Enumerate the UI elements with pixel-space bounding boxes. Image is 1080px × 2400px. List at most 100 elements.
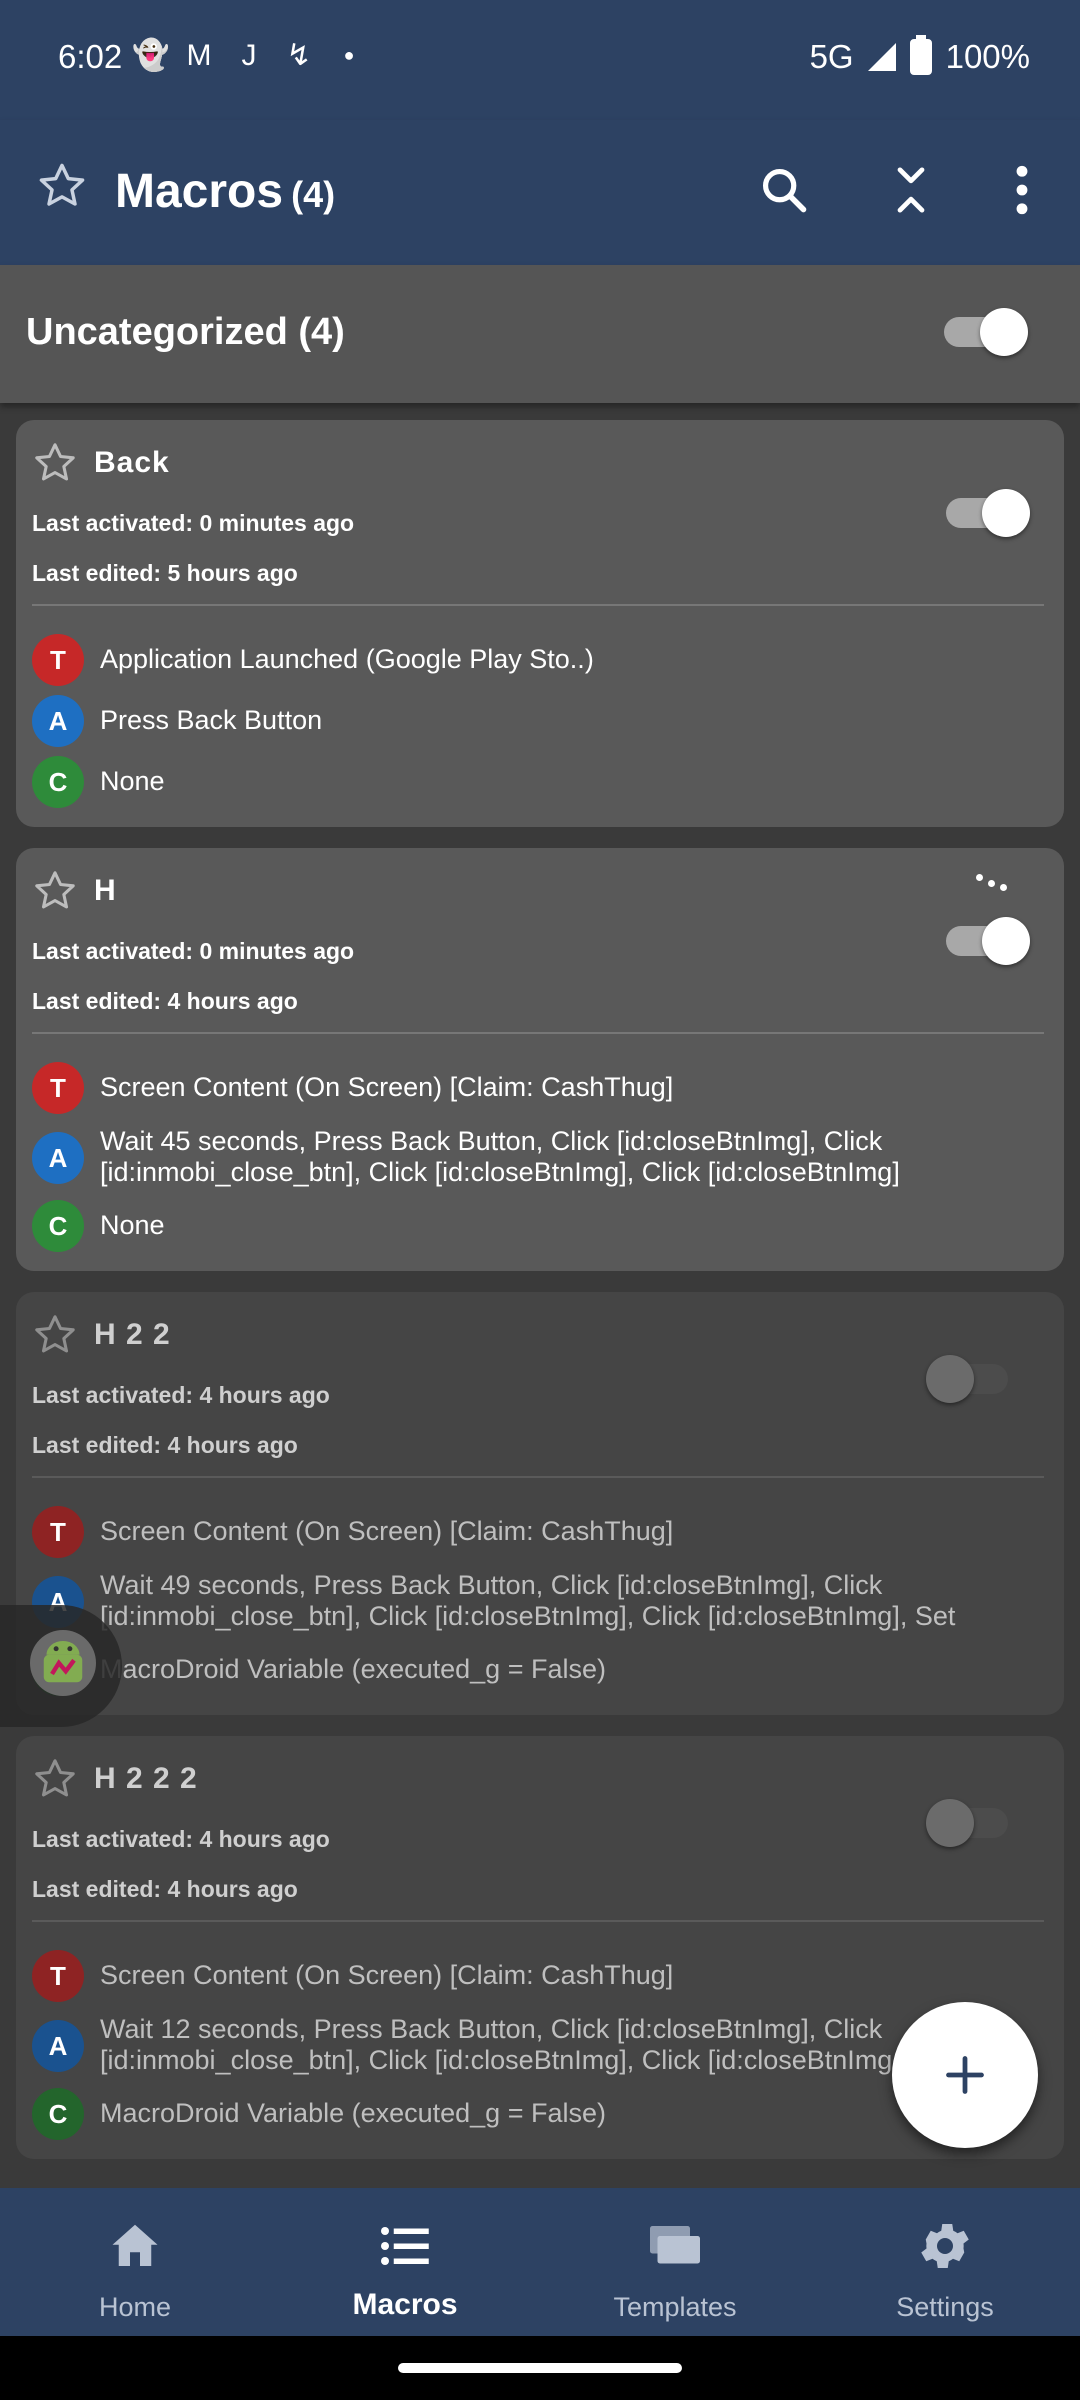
last-edited: Last edited: 4 hours ago [32, 1432, 298, 1458]
network-label: 5G [809, 38, 854, 75]
category-title: Uncategorized (4) [26, 311, 345, 353]
last-activated: Last activated: 0 minutes ago [32, 510, 355, 536]
constraint-text: MacroDroid Variable (executed_g = False) [100, 1654, 606, 1684]
constraint-badge: C [32, 756, 84, 808]
search-button[interactable] [754, 160, 814, 220]
status-time: 6:02 [58, 38, 123, 75]
overflow-menu-button[interactable] [992, 160, 1052, 220]
battery-label: 100% [945, 38, 1030, 75]
status-right: 5G 100% [809, 35, 1030, 76]
bottom-navigation: Home Macros Templates Settings [0, 2188, 1080, 2336]
action-row: A Wait 49 seconds, Press Back Button, Cl… [32, 1570, 1046, 1632]
floating-app-bubble[interactable] [0, 1605, 122, 1727]
last-edited: Last edited: 4 hours ago [32, 1876, 298, 1902]
notification-icons: 👻 M J ↯ ● [132, 38, 366, 73]
constraint-badge: C [32, 1200, 84, 1252]
constraint-text: None [100, 766, 165, 796]
trigger-row: T Screen Content (On Screen) [Claim: Cas… [32, 1950, 1046, 2002]
nav-label: Templates [613, 2292, 737, 2322]
action-text: Wait 45 seconds, Press Back Button, Clic… [100, 1126, 900, 1187]
more-vert-icon [1016, 165, 1028, 215]
battery-icon [909, 35, 932, 75]
trigger-text: Screen Content (On Screen) [Claim: CashT… [100, 1516, 674, 1546]
home-gesture-bar[interactable] [398, 2363, 682, 2373]
status-bar: 6:02 👻 M J ↯ ● 5G 100% [0, 0, 1080, 120]
macro-card-h[interactable]: H Last activated: 0 minutes ago Last edi… [16, 848, 1064, 1271]
nav-macros[interactable]: Macros [270, 2188, 540, 2336]
constraint-row: C None [32, 1200, 1046, 1252]
nav-label: Macros [352, 2288, 458, 2321]
nav-label: Settings [896, 2292, 994, 2322]
divider [32, 1476, 1044, 1478]
favorites-star-icon[interactable] [36, 160, 88, 212]
star-icon[interactable] [32, 1312, 78, 1358]
last-activated: Last activated: 0 minutes ago [32, 938, 355, 964]
action-badge: A [32, 695, 84, 747]
toggle-thumb [980, 308, 1028, 356]
last-edited: Last edited: 4 hours ago [32, 988, 298, 1014]
star-icon[interactable] [32, 440, 78, 486]
list-icon [381, 2227, 429, 2265]
collapse-all-icon [897, 167, 925, 213]
macro-name: Back [94, 446, 170, 479]
macro-count: (4) [291, 174, 336, 215]
nav-templates[interactable]: Templates [540, 2188, 810, 2336]
trigger-text: Screen Content (On Screen) [Claim: CashT… [100, 1960, 674, 1990]
action-row: A Press Back Button [32, 695, 1046, 747]
j-icon: J [241, 38, 257, 72]
trigger-badge: T [32, 1506, 84, 1558]
trigger-text: Application Launched (Google Play Sto..) [100, 644, 594, 674]
macro-name: H 2 2 2 [94, 1762, 198, 1795]
star-icon[interactable] [32, 868, 78, 914]
category-header[interactable]: Uncategorized (4) [0, 265, 1080, 403]
trigger-text: Screen Content (On Screen) [Claim: CashT… [100, 1072, 674, 1102]
page-title-text: Macros [115, 165, 284, 218]
macro-toggle[interactable] [926, 1799, 1008, 1847]
last-activated: Last activated: 4 hours ago [32, 1826, 330, 1852]
macro-card-back[interactable]: Back Last activated: 0 minutes ago Last … [16, 420, 1064, 827]
action-badge: A [32, 2020, 84, 2072]
macro-toggle[interactable] [946, 489, 1030, 537]
macro-name: H 2 2 [94, 1318, 171, 1351]
constraint-row: C None [32, 756, 1046, 808]
macro-toggle[interactable] [926, 1355, 1008, 1403]
divider [32, 604, 1044, 606]
snapchat-icon: 👻 [132, 39, 170, 72]
star-icon[interactable] [32, 1756, 78, 1802]
trigger-row: T Application Launched (Google Play Sto.… [32, 634, 1046, 686]
macro-toggle[interactable] [946, 917, 1030, 965]
last-edited: Last edited: 5 hours ago [32, 560, 298, 586]
constraint-row: C MacroDroid Variable (executed_g = Fals… [32, 1644, 1046, 1696]
macrodroid-icon: ↯ [286, 39, 312, 72]
trigger-badge: T [32, 1950, 84, 2002]
android-robot-icon [30, 1630, 96, 1696]
divider [32, 1032, 1044, 1034]
action-text: Press Back Button [100, 705, 323, 735]
constraint-text: None [100, 1210, 165, 1240]
toggle-thumb [982, 917, 1030, 965]
toggle-thumb [926, 1799, 974, 1847]
trigger-badge: T [32, 634, 84, 686]
divider [32, 1920, 1044, 1922]
action-row: A Wait 45 seconds, Press Back Button, Cl… [32, 1126, 1046, 1188]
trigger-badge: T [32, 1062, 84, 1114]
search-icon [762, 168, 807, 213]
macro-card-h-2-2[interactable]: H 2 2 Last activated: 4 hours ago Last e… [16, 1292, 1064, 1715]
gmail-icon: M [186, 38, 212, 72]
action-badge: A [32, 1132, 84, 1184]
nav-settings[interactable]: Settings [810, 2188, 1080, 2336]
page-title: Macros (4) [115, 164, 335, 219]
nav-home[interactable]: Home [0, 2188, 270, 2336]
action-text: Wait 49 seconds, Press Back Button, Clic… [100, 1570, 956, 1631]
constraint-row: C MacroDroid Variable (executed_g = Fals… [32, 2088, 1046, 2140]
constraint-text: MacroDroid Variable (executed_g = False) [100, 2098, 606, 2128]
add-macro-button[interactable] [892, 2002, 1038, 2148]
collapse-button[interactable] [881, 160, 941, 220]
templates-icon [650, 2226, 700, 2264]
toggle-thumb [982, 489, 1030, 537]
running-indicator-icon [974, 870, 1014, 900]
constraint-badge: C [32, 2088, 84, 2140]
category-toggle[interactable] [944, 308, 1028, 356]
dot-icon: ● [343, 45, 355, 65]
nav-label: Home [98, 2292, 172, 2322]
